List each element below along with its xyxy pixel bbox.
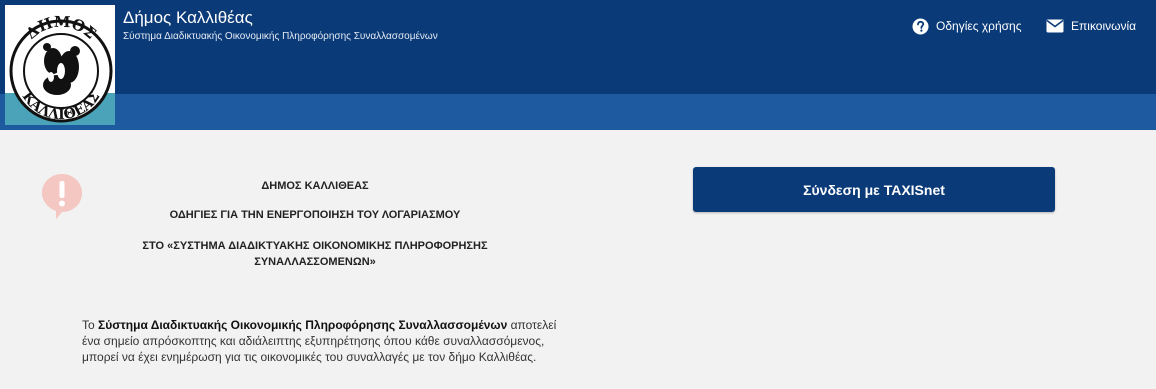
instructions-system-name: ΣΤΟ «ΣΥΣΤΗΜΑ ΔΙΑΔΙΚΤΥΑΚΗΣ ΟΙΚΟΝΟΜΙΚΗΣ ΠΛ… [142,240,488,268]
instructions-municipality: ΔΗΜΟΣ ΚΑΛΛΙΘΕΑΣ [261,180,369,192]
instructions-heading: ΟΔΗΓΙΕΣ ΓΙΑ ΤΗΝ ΕΝΕΡΓΟΠΟΙΗΣΗ ΤΟΥ ΛΟΓΑΡΙΑ… [169,209,461,221]
intro-prefix: Το [82,318,99,332]
help-link[interactable]: Οδηγίες χρήσης [912,16,1021,36]
header-bar: ΔΗΜΟΣ ΚΑΛΛΙΘΕΑΣ Δήμος Καλλιθέας Σύστημα … [0,0,1156,130]
taxisnet-login-button[interactable]: Σύνδεση με TAXISnet [693,167,1055,212]
envelope-icon [1046,19,1064,33]
question-circle-icon [912,18,929,34]
header-band [0,94,1156,130]
municipality-seal-icon: ΔΗΜΟΣ ΚΑΛΛΙΘΕΑΣ [9,13,113,123]
intro-paragraph: Το Σύστημα Διαδικτυακής Οικονομικής Πληρ… [82,317,557,365]
site-subtitle: Σύστημα Διαδικτυακής Οικονομικής Πληροφό… [123,31,438,42]
contact-link-label: Επικοινωνία [1071,19,1137,33]
site-title: Δήμος Καλλιθέας [123,8,253,27]
help-link-label: Οδηγίες χρήσης [936,19,1022,33]
municipality-logo[interactable]: ΔΗΜΟΣ ΚΑΛΛΙΘΕΑΣ [5,5,115,125]
exclamation-bubble-icon [42,174,82,219]
contact-link[interactable]: Επικοινωνία [1046,16,1136,36]
intro-system-name: Σύστημα Διαδικτυακής Οικονομικής Πληροφό… [98,318,508,332]
